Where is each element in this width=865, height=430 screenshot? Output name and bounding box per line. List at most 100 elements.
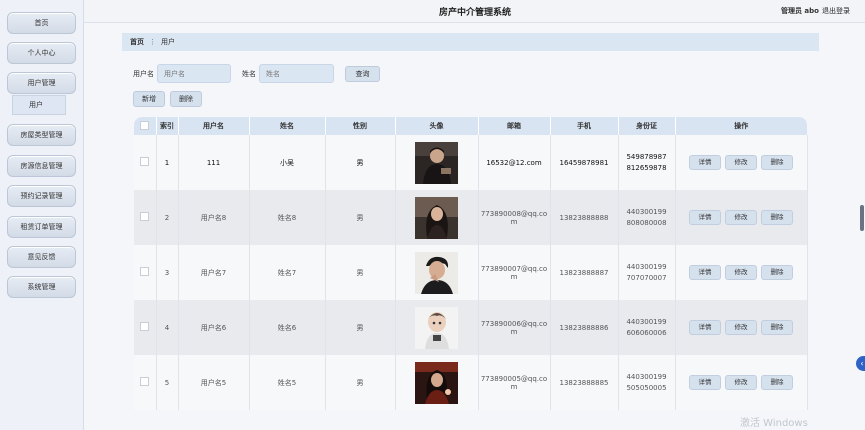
cell-username: 用户名6 [178, 300, 250, 355]
delete-button[interactable]: 删除 [761, 155, 793, 170]
activation-watermark: 激活 Windows [740, 418, 808, 429]
cell-id-card: 440300199606060006 [618, 300, 676, 355]
header-email: 邮箱 [478, 117, 551, 135]
detail-button[interactable]: 详情 [689, 155, 721, 170]
cell-gender: 男 [325, 190, 396, 245]
cell-id-card: 440300199505050005 [618, 355, 676, 410]
header-phone: 手机 [550, 117, 619, 135]
breadcrumb-separator-icon: ⋮ [149, 38, 156, 46]
cell-phone: 16459878981 [550, 135, 619, 190]
sidebar: 首页 个人中心 用户管理 用户 房屋类型管理 房源信息管理 预约记录管理 租赁订… [0, 0, 84, 430]
cell-email: 773890007@qq.com [478, 245, 551, 300]
chevron-left-icon[interactable]: ‹ [856, 356, 865, 371]
cell-email: 16532@12.com [478, 135, 551, 190]
cell-actions: 详情 修改 删除 [675, 245, 808, 300]
cell-avatar [395, 300, 479, 355]
sidebar-item-profile[interactable]: 个人中心 [7, 42, 76, 64]
cell-avatar [395, 355, 479, 410]
row-select-cell [134, 245, 157, 300]
cell-phone: 13823888885 [550, 355, 619, 410]
delete-button[interactable]: 删除 [761, 210, 793, 225]
sidebar-item-listings[interactable]: 房源信息管理 [7, 155, 76, 177]
sidebar-subitem-users[interactable]: 用户 [12, 95, 66, 115]
cell-avatar [395, 245, 479, 300]
delete-button[interactable]: 删除 [761, 375, 793, 390]
name-label: 姓名 [242, 70, 256, 78]
username-label: 用户名 [133, 70, 154, 78]
avatar-cartoon-image [415, 306, 458, 349]
cell-index: 4 [156, 300, 179, 355]
logout-link[interactable]: 退出登录 [822, 6, 850, 16]
row-select-cell [134, 190, 157, 245]
cell-email: 773890008@qq.com [478, 190, 551, 245]
cell-username: 111 [178, 135, 250, 190]
sidebar-item-house-type[interactable]: 房屋类型管理 [7, 124, 76, 146]
header-avatar: 头像 [395, 117, 479, 135]
delete-button[interactable]: 删除 [761, 265, 793, 280]
cell-name: 姓名8 [249, 190, 326, 245]
header-gender: 性别 [325, 117, 396, 135]
cell-gender: 男 [325, 300, 396, 355]
cell-actions: 详情 修改 删除 [675, 355, 808, 410]
delete-button[interactable]: 删除 [761, 320, 793, 335]
edit-button[interactable]: 修改 [725, 375, 757, 390]
page-scrollbar-thumb[interactable] [860, 205, 864, 231]
cell-name: 小吴 [249, 135, 326, 190]
sidebar-item-system[interactable]: 系统管理 [7, 276, 76, 298]
row-checkbox[interactable] [140, 377, 150, 386]
cell-name: 姓名7 [249, 245, 326, 300]
row-select-cell [134, 355, 157, 410]
header-id-card: 身份证 [618, 117, 676, 135]
cell-username: 用户名7 [178, 245, 250, 300]
add-button[interactable]: 新增 [133, 91, 165, 107]
header-name: 姓名 [249, 117, 326, 135]
cell-phone: 13823888888 [550, 190, 619, 245]
cell-actions: 详情 修改 删除 [675, 135, 808, 190]
cell-index: 5 [156, 355, 179, 410]
cell-name: 姓名6 [249, 300, 326, 355]
sidebar-item-feedback[interactable]: 意见反馈 [7, 246, 76, 268]
edit-button[interactable]: 修改 [725, 210, 757, 225]
detail-button[interactable]: 详情 [689, 210, 721, 225]
table-row: 5 用户名5 姓名5 男 773890005@qq.com 1382388888… [134, 355, 808, 410]
edit-button[interactable]: 修改 [725, 320, 757, 335]
row-checkbox[interactable] [140, 212, 150, 221]
detail-button[interactable]: 详情 [689, 375, 721, 390]
row-checkbox[interactable] [140, 157, 150, 166]
avatar-woman-dark-image [415, 196, 458, 239]
select-all-checkbox[interactable] [140, 120, 150, 130]
username-input[interactable] [157, 64, 231, 83]
avatar-man-light-image [415, 251, 458, 294]
cell-email: 773890006@qq.com [478, 300, 551, 355]
sidebar-item-user-management[interactable]: 用户管理 [7, 72, 76, 94]
batch-delete-button[interactable]: 删除 [170, 91, 202, 107]
header-actions: 操作 [675, 117, 807, 135]
header-select-all[interactable] [134, 117, 157, 135]
edit-button[interactable]: 修改 [725, 155, 757, 170]
top-bar: 房产中介管理系统 管理员 abo 退出登录 [84, 0, 865, 23]
cell-index: 2 [156, 190, 179, 245]
edit-button[interactable]: 修改 [725, 265, 757, 280]
sidebar-item-rental-orders[interactable]: 租赁订单管理 [7, 216, 76, 238]
cell-gender: 男 [325, 135, 396, 190]
cell-email: 773890005@qq.com [478, 355, 551, 410]
header-index: 索引 [156, 117, 179, 135]
row-checkbox[interactable] [140, 322, 150, 331]
row-checkbox[interactable] [140, 267, 150, 276]
name-input[interactable] [259, 64, 334, 83]
cell-phone: 13823888886 [550, 300, 619, 355]
sidebar-item-home[interactable]: 首页 [7, 12, 76, 34]
breadcrumb-home[interactable]: 首页 [130, 37, 144, 47]
app-title: 房产中介管理系统 [439, 8, 512, 18]
cell-username: 用户名5 [178, 355, 250, 410]
detail-button[interactable]: 详情 [689, 265, 721, 280]
query-button[interactable]: 查询 [345, 66, 380, 82]
cell-avatar [395, 190, 479, 245]
sidebar-item-appointments[interactable]: 预约记录管理 [7, 185, 76, 207]
table-row: 1 111 小吴 男 16532@12.com 16459878981 5498… [134, 135, 808, 190]
cell-actions: 详情 修改 删除 [675, 300, 808, 355]
cell-id-card: 440300199707070007 [618, 245, 676, 300]
cell-gender: 男 [325, 355, 396, 410]
cell-username: 用户名8 [178, 190, 250, 245]
detail-button[interactable]: 详情 [689, 320, 721, 335]
